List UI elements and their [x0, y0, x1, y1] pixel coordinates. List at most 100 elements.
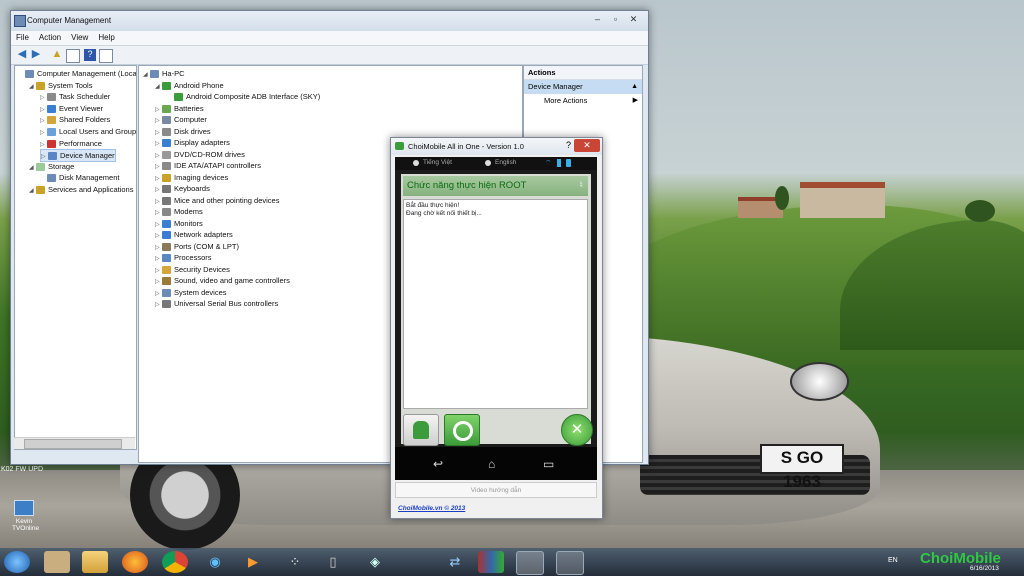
- expand-toggle-icon[interactable]: ◢: [143, 70, 150, 81]
- maximize-button[interactable]: ▫: [609, 14, 622, 24]
- expand-toggle-icon[interactable]: ◢: [29, 163, 36, 174]
- network-icon[interactable]: ⇄: [442, 551, 468, 573]
- tree-item[interactable]: ▷ Event Viewer: [40, 103, 103, 114]
- choimobile-task[interactable]: [556, 551, 584, 575]
- device-category[interactable]: ▷ Imaging devices: [155, 172, 228, 183]
- scrollbar-thumb[interactable]: [24, 439, 122, 449]
- device-label: Mice and other pointing devices: [174, 195, 280, 205]
- taskbar: ◉ ▶ ⁘ ▯ ◈ ⇄ EN ChoiMobile 6/16/2013: [0, 548, 1024, 576]
- device-icon: [162, 254, 171, 263]
- tree-item-label: Task Scheduler: [59, 92, 111, 102]
- home-icon[interactable]: ⌂: [488, 457, 495, 471]
- license-plate: S GO 1963: [760, 444, 844, 491]
- media-player-icon[interactable]: ▶: [240, 551, 266, 573]
- device-category[interactable]: ▷ Mice and other pointing devices: [155, 195, 279, 206]
- start-button[interactable]: [4, 551, 30, 573]
- close-button[interactable]: ✕: [627, 14, 640, 24]
- device-icon: [162, 277, 171, 286]
- expand-toggle-icon[interactable]: ◢: [29, 82, 36, 93]
- device-category[interactable]: ▷ IDE ATA/ATAPI controllers: [155, 160, 261, 171]
- expand-toggle-icon[interactable]: ◢: [155, 82, 162, 93]
- cancel-button[interactable]: ✕: [561, 414, 593, 446]
- desktop-shortcut[interactable]: Kevin TVOnline: [12, 500, 39, 532]
- choimobile-title-bar[interactable]: ChoiMobile All in One - Version 1.0 ? ✕: [391, 138, 602, 155]
- tree-item[interactable]: ▷ Task Scheduler: [40, 91, 110, 102]
- phone-tool-icon[interactable]: ▯: [320, 551, 346, 573]
- more-actions-item[interactable]: More Actions ▶: [524, 94, 642, 108]
- clock-date[interactable]: 6/16/2013: [970, 565, 999, 572]
- back-arrow-icon[interactable]: ◀: [16, 49, 28, 61]
- device-category[interactable]: ▷ Batteries: [155, 103, 204, 114]
- device-category[interactable]: ▷ Monitors: [155, 218, 203, 229]
- help-icon[interactable]: ?: [566, 140, 571, 150]
- menu-action[interactable]: Action: [34, 31, 66, 44]
- device-category[interactable]: ▷ Security Devices: [155, 264, 230, 275]
- up-folder-icon[interactable]: ▲: [51, 49, 63, 61]
- horizontal-scrollbar[interactable]: [14, 437, 135, 449]
- title-bar[interactable]: Computer Management – ▫ ✕: [11, 11, 648, 31]
- tree-node-icon: [36, 162, 45, 171]
- device-category[interactable]: ▷ Processors: [155, 252, 212, 263]
- expand-toggle-icon[interactable]: ◢: [29, 186, 36, 197]
- firefox-icon[interactable]: [122, 551, 148, 573]
- tree-item-label: Local Users and Groups: [59, 127, 137, 136]
- back-icon[interactable]: ↩: [433, 457, 443, 471]
- device-category[interactable]: ▷ Ports (COM & LPT): [155, 241, 239, 252]
- tree-item[interactable]: ◢ System Tools: [29, 80, 92, 91]
- device-category[interactable]: ▷ Disk drives: [155, 126, 211, 137]
- tree-item[interactable]: Computer Management (Local: [18, 68, 136, 79]
- device-icon[interactable]: ◈: [362, 551, 388, 573]
- language-indicator[interactable]: EN: [888, 557, 898, 564]
- device-category[interactable]: ▷ DVD/CD-ROM drives: [155, 149, 245, 160]
- tree-item[interactable]: ▷ Performance: [40, 138, 102, 149]
- radio-vietnamese[interactable]: [413, 160, 419, 166]
- device-label: Processors: [174, 253, 212, 262]
- tree-item[interactable]: ◢ Services and Applications: [29, 184, 133, 195]
- device-category[interactable]: ▷ Network adapters: [155, 229, 233, 240]
- menu-file[interactable]: File: [11, 31, 34, 44]
- tree-item[interactable]: ▷ Local Users and Groups: [40, 126, 137, 137]
- tree-item[interactable]: ▷ Shared Folders: [40, 114, 110, 125]
- menu-view[interactable]: View: [66, 31, 93, 44]
- winrar-icon[interactable]: [478, 551, 504, 573]
- blackberry-icon[interactable]: ⁘: [282, 551, 308, 573]
- device-category[interactable]: ▷ Modems: [155, 206, 203, 217]
- collapse-arrow-icon[interactable]: ▲: [631, 80, 638, 94]
- show-action-pane-icon[interactable]: [99, 49, 113, 63]
- chrome-icon[interactable]: [162, 551, 188, 573]
- forward-arrow-icon[interactable]: ▶: [30, 49, 42, 61]
- actions-section-device-manager[interactable]: Device Manager ▲: [524, 80, 642, 94]
- device-category[interactable]: ▷ System devices: [155, 287, 227, 298]
- radio-english[interactable]: [485, 160, 491, 166]
- device-icon: [162, 185, 171, 194]
- tree-node-icon: [47, 116, 56, 125]
- expand-toggle-icon[interactable]: ▷: [155, 300, 162, 311]
- device-icon: [162, 196, 171, 205]
- teamviewer-icon[interactable]: ◉: [202, 551, 228, 573]
- taskbar-app-icon[interactable]: [44, 551, 70, 573]
- app-panel: Chức năng thực hiện ROOT ♮ Bắt đầu thực …: [401, 174, 593, 446]
- folder-icon[interactable]: [82, 551, 108, 573]
- computer-management-task[interactable]: [516, 551, 544, 575]
- choimobile-close-button[interactable]: ✕: [574, 139, 600, 152]
- menu-help[interactable]: Help: [93, 31, 119, 44]
- choimobile-link[interactable]: ChoiMobile.vn © 2013: [395, 502, 597, 516]
- refresh-button[interactable]: [444, 414, 480, 446]
- device-category[interactable]: ▷ Sound, video and game controllers: [155, 275, 290, 286]
- video-guide-button[interactable]: Video hướng dẫn: [395, 482, 597, 498]
- root-android-button[interactable]: [403, 414, 439, 446]
- device-category[interactable]: ▷ Display adapters: [155, 137, 230, 148]
- device-category[interactable]: ◢ Android Phone: [155, 80, 224, 91]
- recent-apps-icon[interactable]: ▭: [543, 457, 554, 471]
- device-category[interactable]: ▷ Universal Serial Bus controllers: [155, 298, 278, 309]
- device-category[interactable]: Android Composite ADB Interface (SKY): [167, 91, 320, 102]
- minimize-button[interactable]: –: [591, 14, 604, 24]
- tree-item[interactable]: ◢ Storage: [29, 161, 74, 172]
- help-icon[interactable]: ?: [84, 49, 96, 61]
- microphone-icon[interactable]: ♮: [579, 176, 583, 196]
- device-category[interactable]: ▷ Keyboards: [155, 183, 210, 194]
- tree-item[interactable]: Disk Management: [40, 172, 119, 183]
- show-hide-tree-icon[interactable]: [66, 49, 80, 63]
- device-category[interactable]: ◢ Ha-PC: [143, 68, 185, 79]
- device-category[interactable]: ▷ Computer: [155, 114, 207, 125]
